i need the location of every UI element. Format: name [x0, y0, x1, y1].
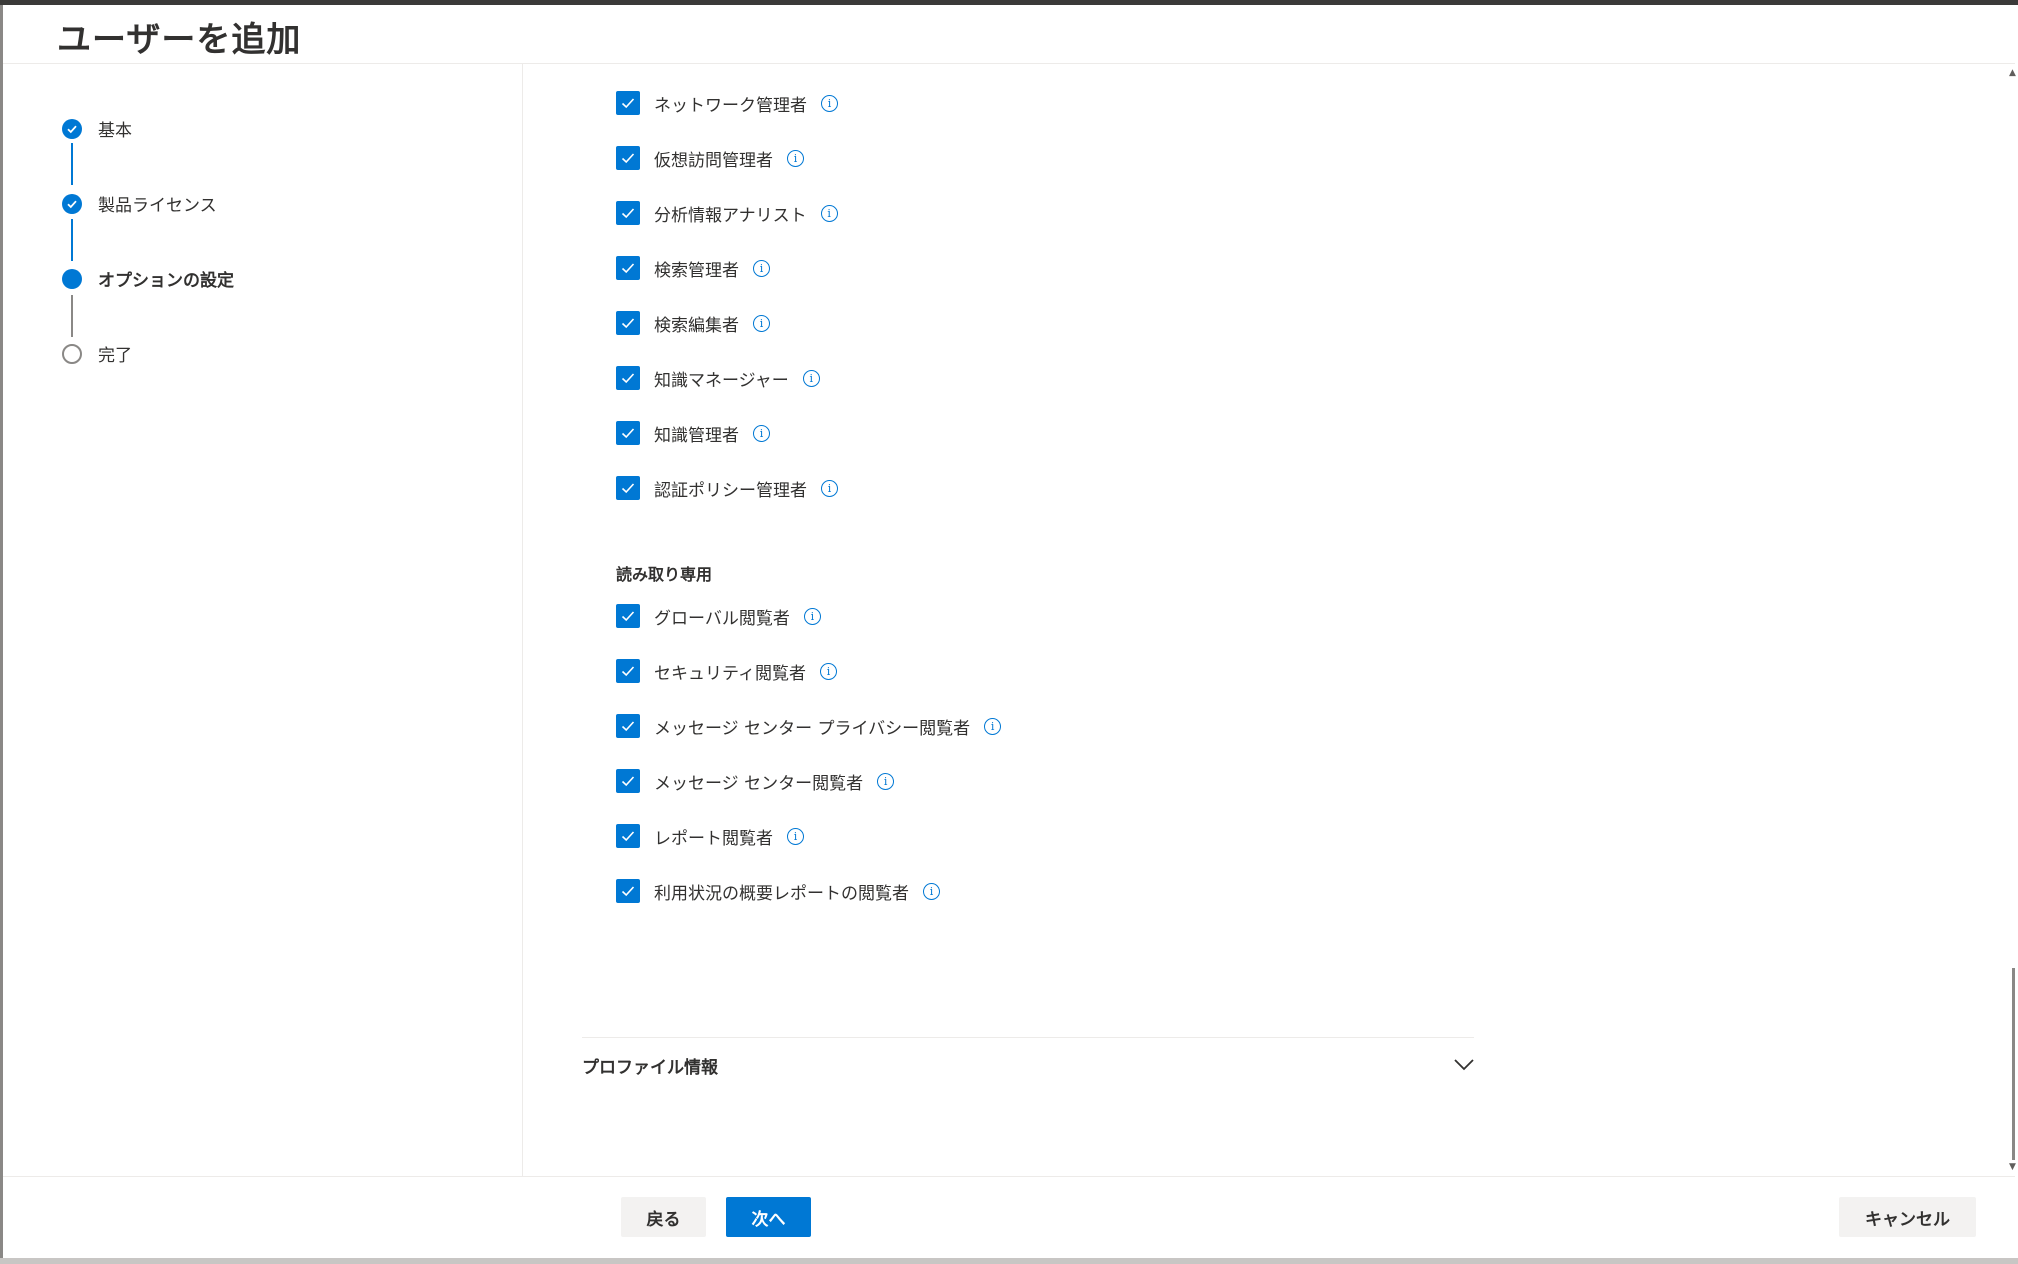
checkbox-checked[interactable] [616, 659, 640, 683]
info-icon[interactable]: i [803, 607, 821, 625]
role-checkbox-row[interactable]: 検索管理者 i [616, 255, 770, 281]
checkbox-checked[interactable] [616, 146, 640, 170]
step-finish[interactable]: 完了 [62, 341, 132, 366]
info-icon[interactable]: i [753, 314, 770, 332]
role-label: 検索編集者 [654, 315, 739, 336]
step-basics[interactable]: 基本 [62, 116, 132, 141]
role-checkbox-row[interactable]: 検索編集者 i [616, 310, 770, 336]
role-label: ネットワーク管理者 [654, 95, 807, 116]
cancel-button[interactable]: キャンセル [1839, 1197, 1976, 1237]
vertical-scrollbar[interactable]: ▲ ▼ [2008, 64, 2018, 1176]
role-label: セキュリティ閲覧者 [654, 663, 806, 684]
profile-info-accordion[interactable]: プロファイル情報 [582, 1052, 1474, 1078]
checkbox-checked[interactable] [616, 91, 640, 115]
checkmark-icon [62, 118, 82, 139]
step-connector [71, 219, 73, 261]
role-label: 仮想訪問管理者 [654, 150, 773, 171]
role-checkbox-row[interactable]: メッセージ センター プライバシー閲覧者 i [616, 713, 1002, 739]
checkbox-checked[interactable] [616, 604, 640, 628]
role-checkbox-row[interactable]: 仮想訪問管理者 i [616, 145, 804, 171]
info-icon[interactable]: i [820, 204, 838, 222]
window-top-border [0, 0, 2018, 5]
step-label: 基本 [98, 121, 132, 141]
role-label: メッセージ センター閲覧者 [654, 773, 864, 794]
checkbox-checked[interactable] [616, 311, 640, 335]
role-checkbox-row[interactable]: 認証ポリシー管理者 i [616, 475, 838, 501]
checkbox-checked[interactable] [616, 824, 640, 848]
checkbox-checked[interactable] [616, 714, 640, 738]
role-checkbox-row[interactable]: メッセージ センター閲覧者 i [616, 768, 895, 794]
role-label: 検索管理者 [654, 260, 739, 281]
checkbox-checked[interactable] [616, 421, 640, 445]
chevron-down-icon [1454, 1059, 1474, 1071]
step-product-licenses[interactable]: 製品ライセンス [62, 191, 217, 216]
step-label: オプションの設定 [98, 271, 234, 291]
role-label: 認証ポリシー管理者 [654, 480, 807, 501]
role-checkbox-row[interactable]: 知識管理者 i [616, 420, 770, 446]
step-optional-settings[interactable]: オプションの設定 [62, 266, 234, 291]
checkmark-icon [62, 193, 82, 214]
info-icon[interactable]: i [819, 662, 837, 680]
checkbox-checked[interactable] [616, 879, 640, 903]
role-checkbox-row[interactable]: 利用状況の概要レポートの閲覧者 i [616, 878, 940, 904]
role-checkbox-row[interactable]: 知識マネージャー i [616, 365, 820, 391]
accordion-label: プロファイル情報 [582, 1057, 718, 1078]
checkbox-checked[interactable] [616, 256, 640, 280]
panel-divider [522, 64, 523, 1176]
back-button[interactable]: 戻る [621, 1197, 706, 1237]
step-label: 完了 [98, 346, 132, 366]
scroll-down-arrow-icon[interactable]: ▼ [2009, 1162, 2016, 1172]
role-checkbox-row[interactable]: ネットワーク管理者 i [616, 90, 838, 116]
role-label: 利用状況の概要レポートの閲覧者 [654, 883, 909, 904]
pending-step-icon [62, 343, 82, 364]
checkbox-checked[interactable] [616, 476, 640, 500]
scroll-up-arrow-icon[interactable]: ▲ [2009, 68, 2016, 78]
role-checkbox-row[interactable]: セキュリティ閲覧者 i [616, 658, 837, 684]
scrollbar-thumb[interactable] [2012, 968, 2015, 1160]
role-checkbox-row[interactable]: 分析情報アナリスト i [616, 200, 838, 226]
page-title: ユーザーを追加 [57, 20, 302, 60]
info-icon[interactable]: i [923, 882, 940, 900]
current-step-icon [62, 268, 82, 289]
next-button[interactable]: 次へ [726, 1197, 811, 1237]
info-icon[interactable]: i [877, 772, 895, 790]
role-checkbox-row[interactable]: レポート閲覧者 i [616, 823, 804, 849]
role-checkbox-row[interactable]: グローバル閲覧者 i [616, 603, 821, 629]
checkbox-checked[interactable] [616, 366, 640, 390]
role-label: 知識管理者 [654, 425, 739, 446]
section-heading-read-only: 読み取り専用 [616, 565, 713, 584]
role-label: 知識マネージャー [654, 370, 789, 391]
checkbox-checked[interactable] [616, 201, 640, 225]
role-label: メッセージ センター プライバシー閲覧者 [654, 718, 971, 739]
info-icon[interactable]: i [821, 479, 838, 497]
info-icon[interactable]: i [802, 369, 820, 387]
info-icon[interactable]: i [753, 259, 770, 277]
info-icon[interactable]: i [787, 827, 804, 845]
info-icon[interactable]: i [984, 717, 1002, 735]
role-label: レポート閲覧者 [654, 828, 773, 849]
role-label: 分析情報アナリスト [654, 205, 807, 226]
footer-divider [3, 1176, 2015, 1177]
accordion-divider [582, 1037, 1474, 1038]
role-label: グローバル閲覧者 [654, 608, 790, 629]
step-connector [71, 295, 73, 337]
info-icon[interactable]: i [821, 94, 838, 112]
info-icon[interactable]: i [787, 149, 804, 167]
step-label: 製品ライセンス [98, 196, 217, 216]
checkbox-checked[interactable] [616, 769, 640, 793]
window-bottom-border [0, 1258, 2018, 1264]
step-connector [71, 143, 73, 185]
info-icon[interactable]: i [753, 424, 770, 442]
wizard-stepper: 基本 製品ライセンス オプションの設定 完了 [0, 64, 522, 1176]
